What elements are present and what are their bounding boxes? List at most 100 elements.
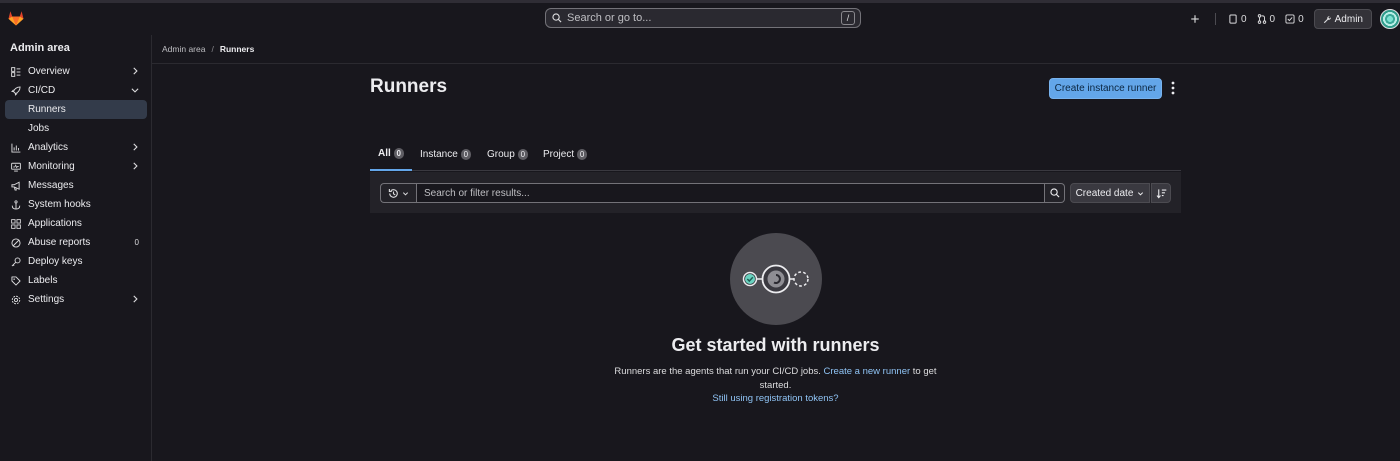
filter-placeholder: Search or filter results... [424, 187, 530, 199]
wrench-icon [1323, 15, 1331, 23]
runners-empty-state-illustration [730, 233, 822, 325]
sidebar-item-jobs[interactable]: Jobs [5, 119, 147, 138]
breadcrumb-admin-area[interactable]: Admin area [162, 44, 205, 54]
key-icon [10, 256, 22, 268]
sidebar-item-settings[interactable]: Settings [5, 290, 147, 309]
history-icon [388, 188, 398, 198]
sidebar-item-labels[interactable]: Labels [5, 271, 147, 290]
sidebar-item-label: Labels [28, 275, 58, 286]
plus-icon [1191, 15, 1199, 23]
registration-tokens-link-wrap: Still using registration tokens? [370, 393, 1181, 404]
sidebar-item-label: CI/CD [28, 85, 56, 96]
gear-icon [10, 294, 22, 306]
tab-group[interactable]: Group 0 [487, 137, 528, 171]
chevron-down-icon [402, 191, 409, 195]
merge-requests-button[interactable]: 0 [1257, 13, 1276, 25]
sidebar-item-label: Abuse reports [28, 237, 91, 248]
global-search-input[interactable]: Search or go to... / [545, 8, 861, 28]
search-shortcut-hint: / [841, 11, 855, 25]
abuse-reports-count: 0 [134, 238, 139, 247]
merge-requests-count: 0 [1269, 13, 1276, 25]
main-content: Admin area / Runners Runners Create inst… [152, 35, 1400, 461]
sidebar-item-label: Jobs [28, 123, 50, 134]
applications-icon [10, 218, 22, 230]
sort-direction-button[interactable] [1151, 183, 1171, 203]
sidebar-item-abuse-reports[interactable]: Abuse reports 0 [5, 233, 147, 252]
overview-icon [10, 66, 22, 78]
sidebar-item-label: Messages [28, 180, 74, 191]
sidebar-item-messages[interactable]: Messages [5, 176, 147, 195]
sort-by-label: Created date [1075, 187, 1134, 199]
user-avatar[interactable] [1380, 9, 1400, 29]
merge-request-icon [1257, 14, 1266, 24]
tab-label: Project [543, 148, 575, 160]
admin-button-label: Admin [1334, 13, 1363, 25]
chevron-right-icon [133, 143, 138, 151]
tab-label: Instance [420, 148, 458, 160]
chevron-right-icon [133, 162, 138, 170]
sidebar-item-analytics[interactable]: Analytics [5, 138, 147, 157]
sidebar-item-label: Applications [28, 218, 82, 229]
sort-descending-icon [1156, 188, 1166, 198]
sidebar-item-label: Monitoring [28, 161, 75, 172]
todos-count: 0 [1298, 13, 1304, 25]
breadcrumb-separator: / [211, 44, 214, 54]
empty-state-description: Runners are the agents that run your CI/… [610, 365, 941, 393]
abuse-report-icon [10, 237, 22, 249]
page-title: Runners [370, 76, 448, 97]
search-icon [552, 13, 562, 23]
chevron-right-icon [133, 295, 138, 303]
sidebar-nav: Overview CI/CD Runners Jobs Analytics Mo… [5, 62, 147, 309]
sidebar-item-label: System hooks [28, 199, 91, 210]
todo-checkbox-icon [1285, 14, 1295, 24]
search-icon [1049, 188, 1059, 198]
sidebar-item-cicd[interactable]: CI/CD [5, 81, 147, 100]
bullhorn-icon [10, 180, 22, 192]
anchor-icon [10, 199, 22, 211]
chart-icon [10, 142, 22, 154]
gitlab-logo-icon[interactable] [7, 9, 25, 27]
create-new-button[interactable] [1190, 14, 1203, 24]
breadcrumb-runners[interactable]: Runners [220, 44, 254, 54]
rocket-icon [10, 85, 22, 97]
breadcrumb: Admin area / Runners [152, 35, 1400, 64]
label-icon [10, 275, 22, 287]
sidebar-item-label: Deploy keys [28, 256, 83, 267]
sidebar-item-label: Settings [28, 294, 65, 305]
tab-instance[interactable]: Instance 0 [420, 137, 471, 171]
sidebar-item-monitoring[interactable]: Monitoring [5, 157, 147, 176]
sidebar-item-system-hooks[interactable]: System hooks [5, 195, 147, 214]
registration-tokens-link[interactable]: Still using registration tokens? [712, 393, 838, 404]
tab-all[interactable]: All 0 [370, 137, 412, 171]
chevron-down-icon [131, 88, 139, 93]
sidebar: Admin area Overview CI/CD Runners Jobs A… [0, 35, 152, 461]
sidebar-item-runners[interactable]: Runners [5, 100, 147, 119]
chevron-right-icon [133, 67, 138, 75]
filter-search-button[interactable] [1045, 183, 1065, 203]
issues-button[interactable]: 0 [1228, 14, 1247, 25]
todos-button[interactable]: 0 [1285, 14, 1304, 25]
sidebar-item-label: Analytics [28, 142, 69, 153]
create-new-runner-link[interactable]: Create a new runner [824, 366, 911, 377]
search-history-button[interactable] [380, 183, 416, 203]
empty-state-title: Get started with runners [671, 335, 880, 355]
runner-type-tabs: All 0 Instance 0 Group 0 Project 0 [370, 137, 1181, 171]
runners-page: Runners Create instance runner All 0 Ins… [370, 64, 1181, 461]
tab-project[interactable]: Project 0 [543, 137, 588, 171]
admin-button[interactable]: Admin [1313, 9, 1372, 29]
monitor-icon [10, 161, 22, 173]
sort-by-dropdown[interactable]: Created date [1070, 183, 1150, 203]
create-instance-runner-button[interactable]: Create instance runner [1049, 78, 1162, 99]
tab-label: Group [487, 148, 515, 160]
tab-count-badge: 0 [577, 148, 588, 160]
more-actions-kebab-icon[interactable] [1168, 80, 1178, 96]
empty-state-text: Runners are the agents that run your CI/… [614, 366, 824, 377]
tab-label: All [378, 147, 391, 159]
sidebar-item-overview[interactable]: Overview [5, 62, 147, 81]
sidebar-item-deploy-keys[interactable]: Deploy keys [5, 252, 147, 271]
filter-search-input[interactable]: Search or filter results... [416, 183, 1045, 203]
sidebar-item-label: Overview [28, 66, 70, 77]
sidebar-item-applications[interactable]: Applications [5, 214, 147, 233]
issues-count: 0 [1240, 13, 1247, 25]
top-bar-divider [1214, 13, 1216, 25]
